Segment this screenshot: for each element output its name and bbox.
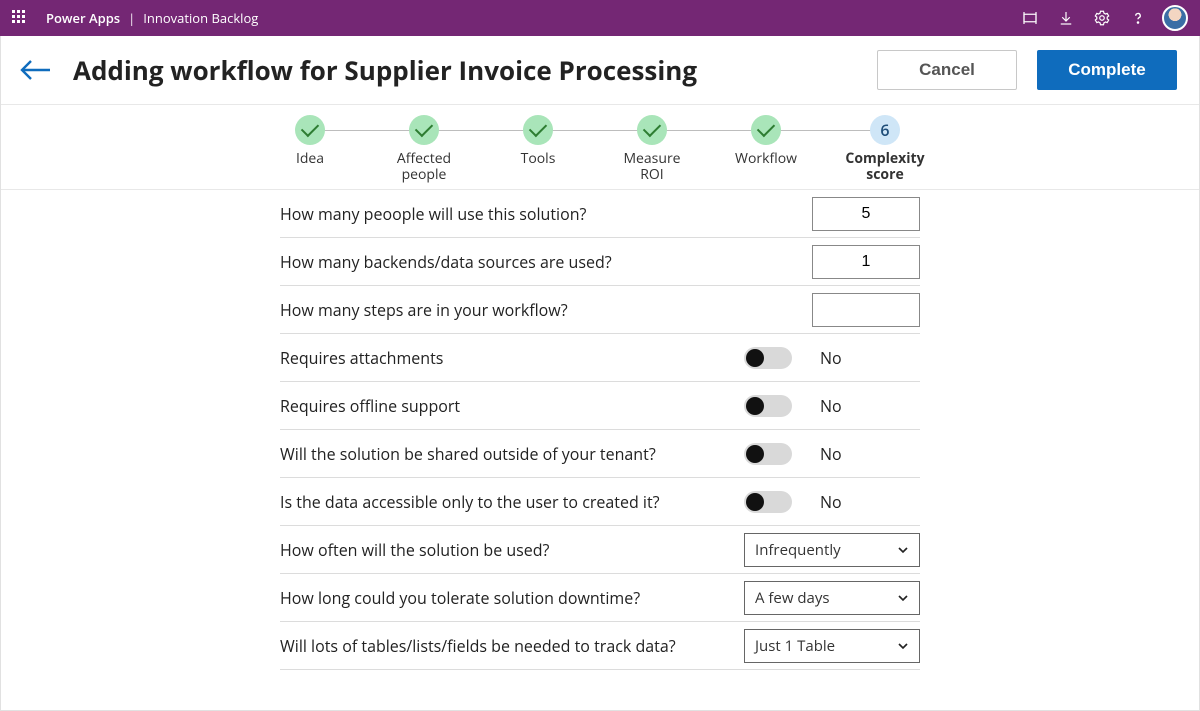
toggle-value-label: No xyxy=(820,491,842,513)
users-count-input[interactable] xyxy=(812,197,920,231)
question-label: How often will the solution be used? xyxy=(280,539,744,561)
page-title: Adding workflow for Supplier Invoice Pro… xyxy=(73,52,857,88)
question-label: How many steps are in your workflow? xyxy=(280,299,812,321)
check-icon xyxy=(751,115,781,145)
question-label: Will the solution be shared outside of y… xyxy=(280,443,744,465)
step-label: Idea xyxy=(296,151,324,167)
question-label: How long could you tolerate solution dow… xyxy=(280,587,744,609)
select-value: Infrequently xyxy=(755,540,841,560)
user-avatar[interactable] xyxy=(1162,5,1188,31)
attachments-toggle[interactable] xyxy=(744,347,792,369)
fit-to-screen-icon[interactable] xyxy=(1012,0,1048,36)
cancel-button[interactable]: Cancel xyxy=(877,50,1017,90)
row-shared-outside-tenant: Will the solution be shared outside of y… xyxy=(280,430,920,478)
check-icon xyxy=(523,115,553,145)
tables-needed-select[interactable]: Just 1 Table xyxy=(744,629,920,663)
complete-button[interactable]: Complete xyxy=(1037,50,1177,90)
row-steps-count: How many steps are in your workflow? xyxy=(280,286,920,334)
data-restricted-toggle[interactable] xyxy=(744,491,792,513)
question-label: Requires attachments xyxy=(280,347,744,369)
check-icon xyxy=(409,115,439,145)
row-tables-needed: Will lots of tables/lists/fields be need… xyxy=(280,622,920,670)
step-affected-people[interactable]: Affected people xyxy=(394,115,454,183)
select-value: A few days xyxy=(755,588,830,608)
chevron-down-icon xyxy=(895,638,911,654)
complexity-form: How many peoople will use this solution?… xyxy=(280,190,920,670)
step-label: Workflow xyxy=(735,151,797,167)
toggle-value-label: No xyxy=(820,443,842,465)
row-data-restricted: Is the data accessible only to the user … xyxy=(280,478,920,526)
toggle-value-label: No xyxy=(820,347,842,369)
page-body: Adding workflow for Supplier Invoice Pro… xyxy=(0,36,1200,711)
select-value: Just 1 Table xyxy=(755,636,835,656)
row-requires-offline: Requires offline support No xyxy=(280,382,920,430)
question-label: Will lots of tables/lists/fields be need… xyxy=(280,635,744,657)
row-backends-count: How many backends/data sources are used? xyxy=(280,238,920,286)
check-icon xyxy=(637,115,667,145)
page-header: Adding workflow for Supplier Invoice Pro… xyxy=(1,36,1199,104)
app-title: Innovation Backlog xyxy=(143,9,258,27)
back-button[interactable] xyxy=(19,58,53,82)
brand-divider: | xyxy=(128,9,135,27)
settings-icon[interactable] xyxy=(1084,0,1120,36)
step-label: Affected people xyxy=(397,151,451,183)
step-tools[interactable]: Tools xyxy=(508,115,568,183)
row-users-count: How many peoople will use this solution? xyxy=(280,190,920,238)
steps-count-input[interactable] xyxy=(812,293,920,327)
usage-frequency-select[interactable]: Infrequently xyxy=(744,533,920,567)
offline-toggle[interactable] xyxy=(744,395,792,417)
question-label: How many peoople will use this solution? xyxy=(280,203,812,225)
downtime-tolerance-select[interactable]: A few days xyxy=(744,581,920,615)
question-label: Is the data accessible only to the user … xyxy=(280,491,744,513)
download-icon[interactable] xyxy=(1048,0,1084,36)
shared-outside-toggle[interactable] xyxy=(744,443,792,465)
brand-label: Power Apps xyxy=(46,9,120,27)
step-workflow[interactable]: Workflow xyxy=(736,115,796,183)
check-icon xyxy=(295,115,325,145)
help-icon[interactable] xyxy=(1120,0,1156,36)
app-bar: Power Apps | Innovation Backlog xyxy=(0,0,1200,36)
step-label: Complexity score xyxy=(845,151,924,183)
question-label: How many backends/data sources are used? xyxy=(280,251,812,273)
step-measure-roi[interactable]: Measure ROI xyxy=(622,115,682,183)
row-usage-frequency: How often will the solution be used? Inf… xyxy=(280,526,920,574)
row-requires-attachments: Requires attachments No xyxy=(280,334,920,382)
step-idea[interactable]: Idea xyxy=(280,115,340,183)
app-launcher-icon[interactable] xyxy=(12,10,28,26)
chevron-down-icon xyxy=(895,590,911,606)
chevron-down-icon xyxy=(895,542,911,558)
step-number-badge: 6 xyxy=(870,115,900,145)
backends-count-input[interactable] xyxy=(812,245,920,279)
row-downtime-tolerance: How long could you tolerate solution dow… xyxy=(280,574,920,622)
progress-stepper: Idea Affected people Tools Measure ROI W… xyxy=(1,104,1199,190)
step-label: Measure ROI xyxy=(623,151,680,183)
step-complexity-score[interactable]: 6 Complexity score xyxy=(850,115,920,183)
step-label: Tools xyxy=(521,151,556,167)
toggle-value-label: No xyxy=(820,395,842,417)
question-label: Requires offline support xyxy=(280,395,744,417)
